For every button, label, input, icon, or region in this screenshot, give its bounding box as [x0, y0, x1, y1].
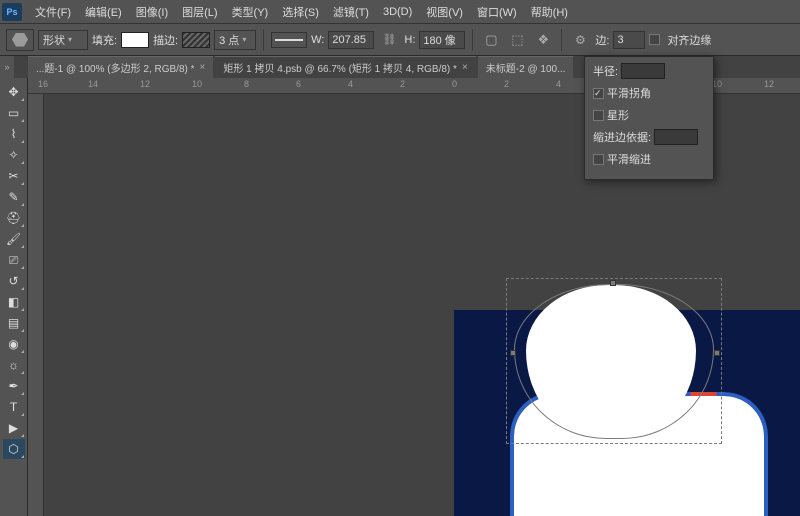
menu-layer[interactable]: 图层(L) [175, 4, 224, 20]
document-tab[interactable]: ...题-1 @ 100% (多边形 2, RGB/8) * × [28, 56, 213, 78]
divider [472, 29, 473, 51]
align-edges-checkbox[interactable] [649, 34, 660, 45]
document-tab[interactable]: 矩形 1 拷贝 4.psb @ 66.7% (矩形 1 拷贝 4, RGB/8)… [215, 56, 475, 78]
close-icon[interactable]: × [200, 62, 206, 73]
ruler-vertical [28, 94, 44, 516]
gradient-tool[interactable]: ▤ [3, 313, 25, 333]
divider [561, 29, 562, 51]
tab-title: ...题-1 @ 100% (多边形 2, RGB/8) * [36, 60, 195, 75]
indent-input[interactable] [654, 129, 698, 145]
radius-label: 半径: [593, 63, 618, 79]
polygon-options-popup: 半径: 平滑拐角 星形 缩进边依据: 平滑缩进 [584, 56, 714, 180]
eyedropper-tool[interactable]: ✎ [3, 187, 25, 207]
type-tool[interactable]: T [3, 397, 25, 417]
tab-title: 未标题-2 @ 100... [486, 60, 566, 75]
ruler-tick: 2 [504, 79, 509, 89]
ruler-tick: 14 [88, 79, 98, 89]
menu-help[interactable]: 帮助(H) [524, 4, 575, 20]
document-tab[interactable]: 未标题-2 @ 100... [478, 56, 574, 78]
path-align-icon[interactable]: ▢ [480, 30, 502, 50]
stroke-swatch[interactable] [182, 32, 210, 48]
menu-bar: Ps 文件(F) 编辑(E) 图像(I) 图层(L) 类型(Y) 选择(S) 滤… [0, 0, 800, 24]
ruler-tick: 6 [296, 79, 301, 89]
marquee-tool[interactable]: ▭ [3, 103, 25, 123]
ruler-tick: 10 [192, 79, 202, 89]
menu-view[interactable]: 视图(V) [419, 4, 470, 20]
menu-edit[interactable]: 编辑(E) [78, 4, 129, 20]
path-arrange-icon[interactable]: ⬚ [506, 30, 528, 50]
link-wh-icon[interactable]: ⛓ [378, 30, 400, 50]
tool-palette: ✥ ▭ ⌇ ✧ ✂ ✎ ⛑ 🖌 ⎚ ↺ ◧ ▤ ◉ ☼ ✒ T ▶ ⬡ [0, 78, 28, 516]
smooth-corners-label: 平滑拐角 [607, 85, 651, 101]
ruler-tick: 4 [556, 79, 561, 89]
height-input[interactable] [419, 31, 465, 49]
radius-input[interactable] [621, 63, 665, 79]
height-label: H: [404, 34, 415, 46]
ruler-tick: 12 [140, 79, 150, 89]
stamp-tool[interactable]: ⎚ [3, 250, 25, 270]
sides-label: 边: [595, 32, 609, 48]
menu-filter[interactable]: 滤镜(T) [326, 4, 376, 20]
ruler-tick: 12 [764, 79, 774, 89]
menu-window[interactable]: 窗口(W) [470, 4, 524, 20]
width-label: W: [311, 34, 324, 46]
crop-tool[interactable]: ✂ [3, 166, 25, 186]
polygon-tool-icon[interactable] [6, 29, 34, 51]
path-anchor[interactable] [610, 280, 616, 286]
path-anchor[interactable] [714, 350, 720, 356]
artboard [454, 310, 800, 516]
brush-tool[interactable]: 🖌 [3, 229, 25, 249]
ruler-tick: 8 [244, 79, 249, 89]
stroke-style-dropdown[interactable] [271, 32, 307, 48]
close-icon[interactable]: × [462, 62, 468, 73]
lasso-tool[interactable]: ⌇ [3, 124, 25, 144]
divider [263, 29, 264, 51]
width-input[interactable] [328, 31, 374, 49]
tool-mode-dropdown[interactable]: 形状 [38, 30, 88, 50]
menu-image[interactable]: 图像(I) [129, 4, 175, 20]
menu-type[interactable]: 类型(Y) [225, 4, 276, 20]
star-checkbox[interactable] [593, 110, 604, 121]
gear-icon[interactable]: ⚙ [569, 30, 591, 50]
smooth-indent-checkbox[interactable] [593, 154, 604, 165]
star-label: 星形 [607, 107, 629, 123]
ruler-tick: 16 [38, 79, 48, 89]
wand-tool[interactable]: ✧ [3, 145, 25, 165]
dodge-tool[interactable]: ☼ [3, 355, 25, 375]
eraser-tool[interactable]: ◧ [3, 292, 25, 312]
heal-tool[interactable]: ⛑ [3, 208, 25, 228]
stroke-width-dropdown[interactable]: 3 点 [214, 30, 256, 50]
ruler-tick: 0 [452, 79, 457, 89]
sides-input[interactable] [613, 31, 645, 49]
shape-tool[interactable]: ⬡ [3, 439, 25, 459]
tab-title: 矩形 1 拷贝 4.psb @ 66.7% (矩形 1 拷贝 4, RGB/8)… [223, 60, 457, 75]
indent-label: 缩进边依据: [593, 129, 651, 145]
menu-select[interactable]: 选择(S) [275, 4, 326, 20]
fill-label: 填充: [92, 32, 117, 48]
ruler-tick: 2 [400, 79, 405, 89]
options-bar: 形状 填充: 描边: 3 点 W: ⛓ H: ▢ ⬚ ❖ ⚙ 边: 对齐边缘 [0, 24, 800, 56]
smooth-corners-checkbox[interactable] [593, 88, 604, 99]
fill-swatch[interactable] [121, 32, 149, 48]
expand-tabs-icon[interactable]: » [0, 56, 14, 78]
ruler-tick: 4 [348, 79, 353, 89]
menu-file[interactable]: 文件(F) [28, 4, 78, 20]
align-edges-label: 对齐边缘 [667, 32, 711, 48]
path-anchor[interactable] [510, 350, 516, 356]
pen-tool[interactable]: ✒ [3, 376, 25, 396]
blur-tool[interactable]: ◉ [3, 334, 25, 354]
path-select-tool[interactable]: ▶ [3, 418, 25, 438]
menu-3d[interactable]: 3D(D) [376, 6, 419, 18]
app-icon: Ps [2, 3, 22, 21]
move-tool[interactable]: ✥ [3, 82, 25, 102]
stroke-label: 描边: [153, 32, 178, 48]
history-brush-tool[interactable]: ↺ [3, 271, 25, 291]
smooth-indent-label: 平滑缩进 [607, 151, 651, 167]
path-options-icon[interactable]: ❖ [532, 30, 554, 50]
